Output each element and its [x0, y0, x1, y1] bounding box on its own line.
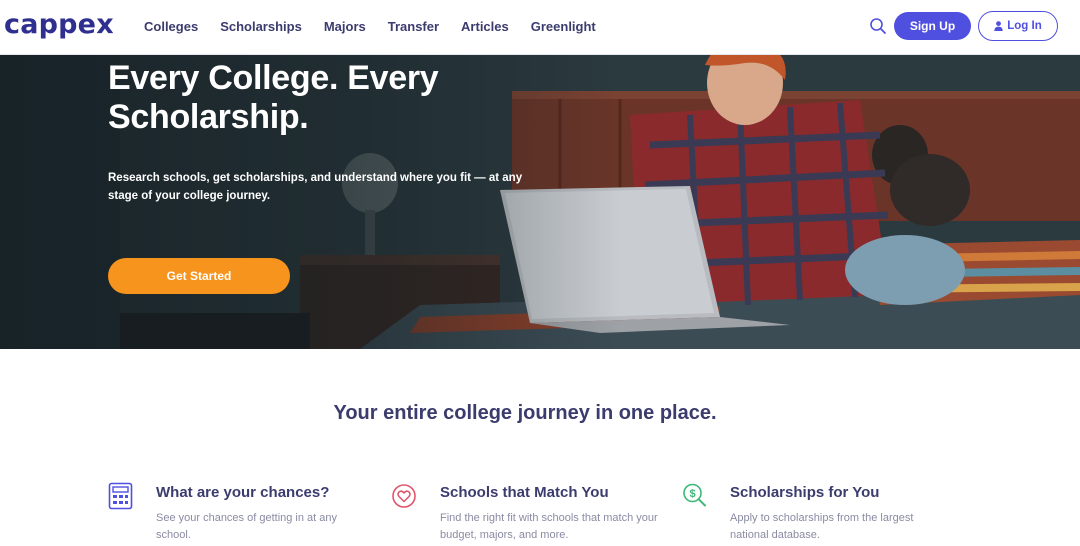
nav-link-scholarships[interactable]: Scholarships: [220, 19, 302, 34]
log-in-button[interactable]: Log In: [978, 11, 1058, 41]
section-title: Your entire college journey in one place…: [333, 402, 717, 424]
dollar-search-icon: $: [683, 483, 706, 507]
search-icon[interactable]: [869, 17, 887, 35]
user-icon: [994, 21, 1003, 31]
feature-description: See your chances of getting in at any sc…: [156, 512, 338, 541]
nav-link-transfer[interactable]: Transfer: [388, 19, 439, 34]
calculator-icon: [108, 482, 133, 510]
feature-title: Schools that Match You: [440, 484, 609, 501]
feature-title: What are your chances?: [156, 484, 330, 501]
hero-subtitle: Research schools, get scholarships, and …: [108, 172, 523, 202]
heart-icon: [392, 484, 416, 508]
feature-description: Apply to scholarships from the largest n…: [730, 512, 914, 541]
top-navbar: cappex Colleges Scholarships Majors Tran…: [0, 0, 1080, 55]
main-nav: Colleges Scholarships Majors Transfer Ar…: [144, 19, 618, 34]
feature-title: Scholarships for You: [730, 484, 880, 501]
get-started-button[interactable]: Get Started: [108, 258, 290, 294]
hero-title: Every College. Every Scholarship.: [108, 59, 439, 136]
nav-link-colleges[interactable]: Colleges: [144, 19, 198, 34]
nav-link-greenlight[interactable]: Greenlight: [531, 19, 596, 34]
svg-text:$: $: [689, 488, 695, 500]
log-in-label: Log In: [1007, 20, 1042, 32]
hero-banner: Every College. Every Scholarship. Resear…: [0, 55, 1080, 349]
nav-link-majors[interactable]: Majors: [324, 19, 366, 34]
sign-up-button[interactable]: Sign Up: [894, 12, 971, 40]
cappex-logo[interactable]: cappex: [4, 9, 114, 40]
feature-description: Find the right fit with schools that mat…: [440, 512, 658, 541]
nav-link-articles[interactable]: Articles: [461, 19, 509, 34]
